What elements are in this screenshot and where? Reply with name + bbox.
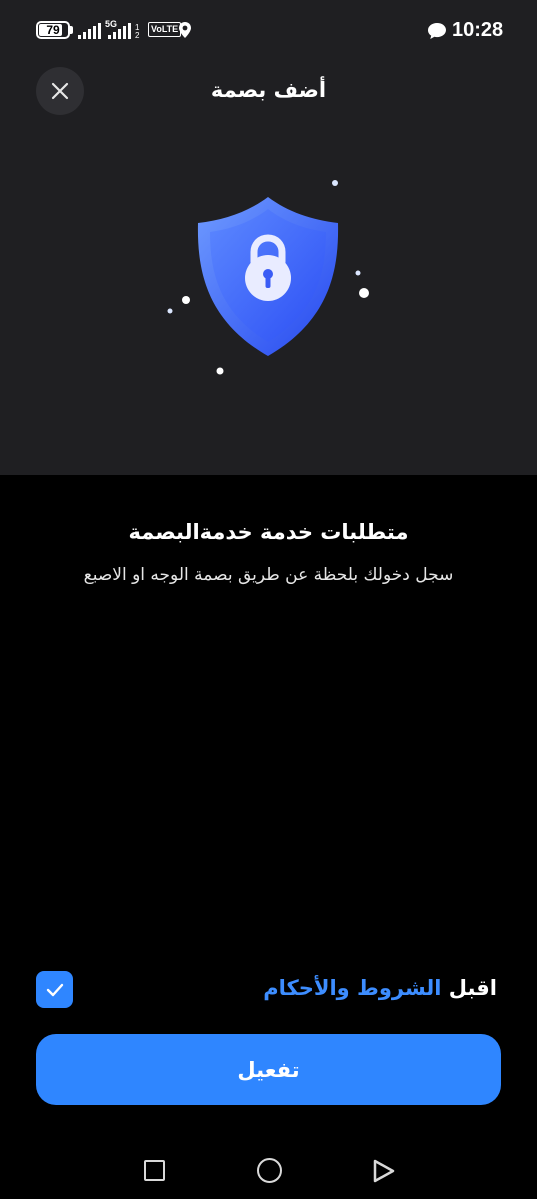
circle-icon[interactable] xyxy=(257,1158,282,1183)
location-icon xyxy=(179,22,191,38)
terms-text: اقبل الشروط والأحكام xyxy=(263,976,497,1000)
terms-prefix: اقبل xyxy=(441,976,497,1000)
top-panel: 79 5G 1 2 VoLTE 10:28 أضف بصمة xyxy=(0,0,537,475)
terms-checkbox[interactable] xyxy=(36,971,73,1008)
activate-button[interactable]: تفعيل xyxy=(36,1034,501,1105)
checkmark-icon xyxy=(46,983,63,996)
battery-level: 79 xyxy=(46,23,60,37)
page-title: أضف بصمة xyxy=(210,78,327,102)
volte-badge: VoLTE xyxy=(148,22,182,37)
clock: 10:28 xyxy=(452,19,504,41)
triangle-back-icon[interactable] xyxy=(372,1158,396,1184)
terms-row: اقبل الشروط والأحكام xyxy=(36,970,501,1010)
shield-lock-icon xyxy=(167,180,369,375)
close-icon xyxy=(51,82,69,100)
signal-strength-icon-2: 1 2 xyxy=(108,23,140,39)
terms-link[interactable]: الشروط والأحكام xyxy=(263,976,441,1000)
close-button[interactable] xyxy=(36,67,84,115)
svg-text:2: 2 xyxy=(135,31,140,39)
notification-chat-icon xyxy=(428,23,446,39)
requirements-subtitle: سجل دخولك بلحظة عن طريق بصمة الوجه او ال… xyxy=(83,565,454,585)
square-icon[interactable] xyxy=(144,1160,165,1181)
signal-strength-icon xyxy=(78,23,101,39)
screen: 79 5G 1 2 VoLTE 10:28 أضف بصمة متطلبات خ… xyxy=(0,0,537,1199)
battery-icon: 79 xyxy=(36,21,70,39)
requirements-title: متطلبات خدمة خدمةالبصمة xyxy=(128,520,409,544)
status-bar: 79 5G 1 2 VoLTE 10:28 xyxy=(0,0,537,60)
navigation-bar xyxy=(0,1140,537,1199)
